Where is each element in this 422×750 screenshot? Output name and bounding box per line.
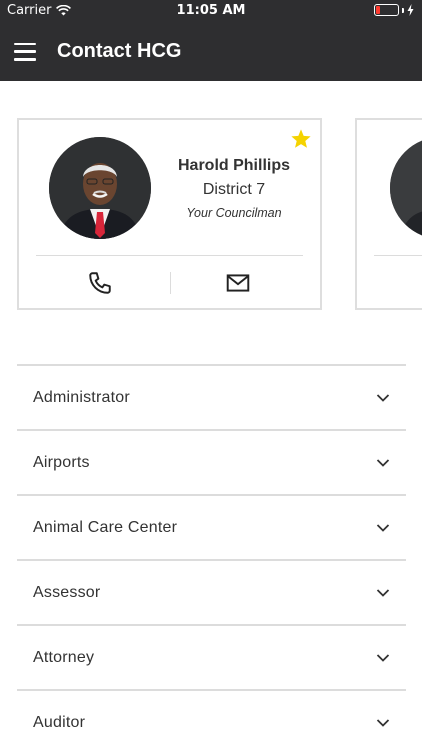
- councilman-portrait: [49, 137, 151, 239]
- department-label: Auditor: [33, 713, 86, 731]
- department-item[interactable]: Assessor: [17, 559, 406, 624]
- hamburger-menu-icon[interactable]: [14, 42, 36, 61]
- card-divider: [374, 255, 422, 256]
- contact-district: District 7: [202, 181, 266, 198]
- contact-role: Your Councilman: [186, 206, 282, 220]
- department-label: Administrator: [33, 388, 130, 406]
- card-actions: [19, 256, 320, 310]
- department-label: Attorney: [33, 648, 95, 666]
- battery-body: [374, 4, 399, 16]
- chevron-down-icon: [376, 458, 390, 467]
- contact-portrait: [390, 137, 422, 239]
- department-item[interactable]: Animal Care Center: [17, 494, 406, 559]
- chevron-down-icon: [376, 523, 390, 532]
- contact-card[interactable]: Harold Phillips District 7 Your Councilm…: [17, 118, 322, 310]
- action-separator: [170, 272, 171, 294]
- chevron-down-icon: [376, 653, 390, 662]
- department-label: Airports: [33, 453, 90, 471]
- department-item[interactable]: Administrator: [17, 364, 406, 429]
- page-title: Contact HCG: [57, 40, 182, 62]
- chevron-down-icon: [376, 393, 390, 402]
- department-label: Assessor: [33, 583, 101, 601]
- department-list: Administrator Airports Animal Care Cente…: [17, 364, 406, 750]
- avatar: [49, 137, 151, 239]
- contact-card-next[interactable]: [355, 118, 422, 310]
- department-label: Animal Care Center: [33, 518, 178, 536]
- battery-tip: [402, 7, 404, 13]
- department-item[interactable]: Attorney: [17, 624, 406, 689]
- favorite-star-icon[interactable]: [290, 128, 312, 150]
- app-header: Contact HCG: [0, 22, 422, 81]
- department-item[interactable]: Auditor: [17, 689, 406, 750]
- chevron-down-icon: [376, 718, 390, 727]
- status-bar: Carrier 11:05 AM: [0, 0, 422, 22]
- battery-low-icon: [374, 4, 414, 16]
- mail-icon[interactable]: [225, 270, 251, 296]
- contact-name: Harold Phillips: [177, 157, 290, 174]
- department-item[interactable]: Airports: [17, 429, 406, 494]
- contact-card-carousel[interactable]: Harold Phillips District 7 Your Councilm…: [0, 118, 422, 311]
- status-time: 11:05 AM: [176, 3, 246, 18]
- chevron-down-icon: [376, 588, 390, 597]
- avatar: [390, 137, 422, 239]
- phone-icon[interactable]: [87, 270, 113, 296]
- charging-bolt-icon: [407, 4, 414, 16]
- battery-level: [376, 6, 380, 14]
